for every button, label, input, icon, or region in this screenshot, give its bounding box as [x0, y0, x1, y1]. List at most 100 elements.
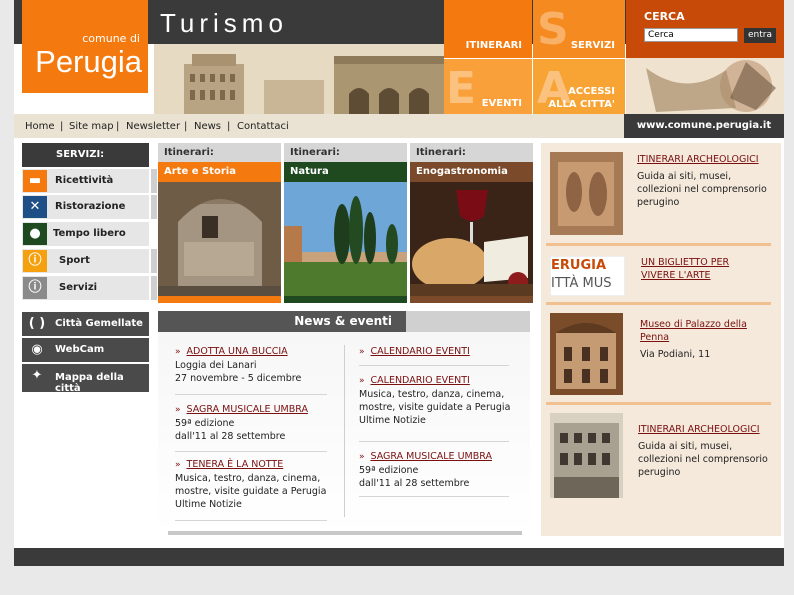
itinerary-arte-storia[interactable]: Itinerari: Arte e Storia: [158, 143, 281, 303]
nav-news[interactable]: News: [194, 121, 221, 132]
news-item-body: mostre, visite guidate a Perugia: [175, 486, 327, 497]
tile-accessi[interactable]: A ACCESSI ALLA CITTA': [533, 59, 625, 114]
right-column: ITINERARI ARCHEOLOGICI Guida ai siti, mu…: [541, 143, 781, 536]
movie-camera-icon: ●: [23, 223, 47, 245]
header-side-image: [626, 58, 784, 114]
biglietto-logo-text2-value: ITTÀ MUS: [551, 276, 612, 291]
news-item-body: Ultime Notizie: [359, 415, 426, 426]
news-item-title[interactable]: TENERA È LA NOTTE: [187, 459, 284, 470]
right-item-body: collezioni nel comprensorio: [638, 454, 768, 465]
service-ristorazione[interactable]: ✕ Ristorazione: [22, 195, 157, 219]
news-item[interactable]: » SAGRA MUSICALE UMBRA 59ª edizione dall'…: [175, 403, 335, 443]
double-arrow-icon: »: [175, 347, 181, 357]
nav-contattaci[interactable]: Contattaci: [237, 121, 289, 132]
divider: [546, 243, 771, 246]
link-label: Città Gemellate: [55, 318, 143, 329]
footer-bar: [14, 548, 784, 566]
nav-sep: |: [184, 121, 188, 132]
tile-decor-s: S: [537, 4, 569, 55]
search-input[interactable]: [644, 28, 738, 42]
right-item-text: ITINERARI ARCHEOLOGICI Guida ai siti, mu…: [637, 153, 777, 209]
link-citta-gemellate[interactable]: ( ) Città Gemellate: [22, 312, 149, 336]
palazzo-penna-image: [550, 313, 623, 395]
divider: [359, 441, 509, 442]
service-shadow: [151, 276, 157, 300]
right-item-body: Guida ai siti, musei,: [637, 171, 732, 182]
column-divider: [344, 345, 345, 517]
news-item-title[interactable]: SAGRA MUSICALE UMBRA: [187, 404, 308, 415]
news-item-body: Musica, testro, danza, cinema,: [175, 473, 321, 484]
tile-itinerari-label: ITINERARI: [465, 40, 522, 51]
news-item[interactable]: » SAGRA MUSICALE UMBRA 59ª edizione dall'…: [359, 450, 529, 490]
divider: [175, 394, 327, 395]
itinerary-prefix: Itinerari:: [284, 143, 407, 162]
news-item[interactable]: » CALENDARIO EVENTI: [359, 345, 529, 359]
news-item-title[interactable]: CALENDARIO EVENTI: [371, 375, 470, 386]
service-label: Ricettività: [55, 175, 114, 186]
compass-icon: ✦: [31, 368, 43, 383]
right-item-text: Museo di Palazzo della Penna Via Podiani…: [640, 318, 780, 361]
itinerary-natura[interactable]: Itinerari: Natura: [284, 143, 407, 303]
news-item-title[interactable]: ADOTTA UNA BUCCIA: [187, 346, 288, 357]
news-item-body: Ultime Notizie: [175, 499, 242, 510]
nav-home[interactable]: Home: [25, 121, 55, 132]
service-shadow: [151, 249, 157, 273]
archeology-image: [550, 152, 623, 235]
news-item-body: dall'11 al 28 settembre: [359, 478, 470, 489]
right-item-title[interactable]: ITINERARI ARCHEOLOGICI: [637, 153, 777, 166]
service-label: Sport: [59, 255, 90, 266]
service-servizi[interactable]: ⓘ Servizi: [22, 276, 157, 300]
service-label: Tempo libero: [53, 228, 126, 239]
news-item-body: Loggia dei Lanari: [175, 360, 257, 371]
tile-itinerari[interactable]: ITINERARI: [444, 0, 532, 58]
tile-servizi-label: SERVIZI: [570, 40, 615, 51]
itinerary-image: [410, 182, 533, 296]
news-item-title[interactable]: SAGRA MUSICALE UMBRA: [371, 451, 492, 462]
itinerary-bar: [410, 296, 533, 303]
divider: [359, 496, 509, 497]
itinerary-bar: [158, 296, 281, 303]
services-heading: SERVIZI:: [22, 143, 149, 167]
news-item-title[interactable]: CALENDARIO EVENTI: [371, 346, 470, 357]
service-sport[interactable]: ⓘ Sport: [22, 249, 157, 273]
site-url[interactable]: www.comune.perugia.it: [624, 114, 784, 138]
biglietto-logo-text2: ITTÀ MUS: [551, 276, 612, 291]
itinerary-name: Natura: [284, 162, 407, 182]
service-tempo-libero[interactable]: ● Tempo libero: [22, 222, 149, 246]
tile-decor-e: E: [446, 63, 477, 114]
news-item-body: 27 novembre - 5 dicembre: [175, 373, 302, 384]
news-title-tab: [406, 311, 530, 332]
itinerary-enogastronomia[interactable]: Itinerari: Enogastronomia: [410, 143, 533, 303]
service-label: Ristorazione: [55, 201, 126, 212]
fork-knife-icon: ✕: [23, 196, 47, 218]
search-button[interactable]: entra: [744, 28, 776, 43]
tile-servizi[interactable]: S SERVIZI: [533, 0, 625, 58]
info-icon: ⓘ: [23, 250, 47, 272]
logo[interactable]: comune di Perugia: [22, 0, 148, 93]
news-item[interactable]: » ADOTTA UNA BUCCIA Loggia dei Lanari 27 …: [175, 345, 335, 385]
biglietto-logo-text: ERUGIA: [551, 258, 607, 273]
right-item-title[interactable]: Museo di Palazzo della Penna: [640, 318, 760, 344]
link-mappa[interactable]: ✦ Mappa della città: [22, 364, 149, 394]
nav-newsletter[interactable]: Newsletter: [126, 121, 180, 132]
header-photo: [154, 44, 444, 114]
news-item[interactable]: » TENERA È LA NOTTE Musica, testro, danza…: [175, 458, 345, 511]
divider: [175, 451, 327, 452]
right-item-title[interactable]: UN BIGLIETTO PER VIVERE L'ARTE: [641, 256, 751, 282]
news-item-body: 59ª edizione: [175, 418, 235, 429]
divider: [175, 520, 327, 521]
news-item-body: Musica, testro, danza, cinema,: [359, 389, 505, 400]
link-webcam[interactable]: ◉ WebCam: [22, 338, 149, 362]
nav-sitemap[interactable]: Site map: [69, 121, 114, 132]
nav-sep: |: [116, 121, 120, 132]
right-item-title[interactable]: ITINERARI ARCHEOLOGICI: [638, 423, 778, 436]
tile-eventi[interactable]: E EVENTI: [444, 59, 532, 114]
news-item[interactable]: » CALENDARIO EVENTI Musica, testro, danza…: [359, 374, 529, 427]
double-arrow-icon: »: [175, 460, 181, 470]
service-ricettivita[interactable]: ▬ Ricettività: [22, 169, 157, 193]
page: comune di Perugia Turismo ITINERARI S SE…: [14, 0, 784, 566]
itinerary-name: Arte e Storia: [158, 162, 281, 182]
right-item-text: ITINERARI ARCHEOLOGICI Guida ai siti, mu…: [638, 423, 778, 479]
itinerary-prefix: Itinerari:: [158, 143, 281, 162]
right-item-body: perugino: [638, 467, 681, 478]
